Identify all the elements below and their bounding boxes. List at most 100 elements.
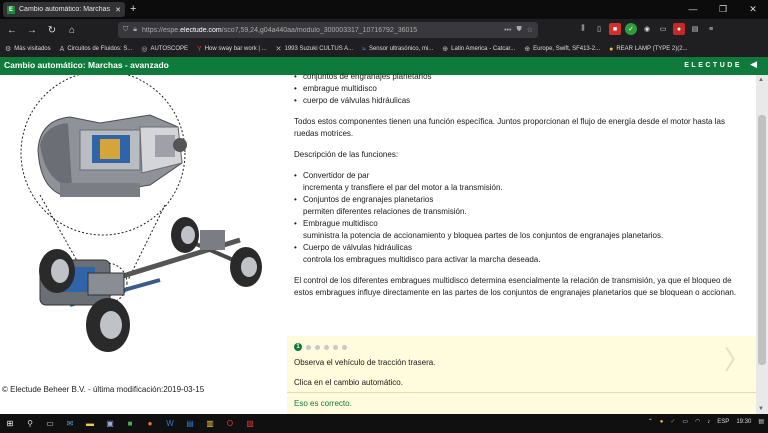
bookmarks-bar: ⚙ Más visitados A Circuitos de Fluidos: S.… xyxy=(0,41,768,57)
step-dot[interactable] xyxy=(306,344,311,350)
step-current[interactable]: 1 xyxy=(294,343,302,351)
content-panel: conjuntos de engranajes planetarios embr… xyxy=(287,71,756,414)
app-green-icon[interactable]: ■ xyxy=(124,417,136,429)
illustration-panel xyxy=(0,75,287,414)
vehicle-chassis[interactable] xyxy=(39,217,262,352)
library-icon[interactable]: ⫼ xyxy=(577,23,589,35)
collapse-panel-icon[interactable]: ◀ xyxy=(750,59,757,70)
app-yellow-icon[interactable]: ▥ xyxy=(204,417,216,429)
electude-logo: ELECTUDE xyxy=(684,62,742,69)
tool-icon: ✕ xyxy=(275,46,282,53)
url-text: https://espe.electude.com/sco7,59,24,g04… xyxy=(141,26,418,34)
new-tab-button[interactable]: + xyxy=(130,3,136,15)
step-dot[interactable] xyxy=(315,344,320,350)
abp-icon[interactable]: ■ xyxy=(609,23,621,35)
list-item: Convertidor de parincrementa y transfier… xyxy=(294,170,749,194)
quiz-instruction: Clica en el cambio automático. xyxy=(294,378,403,387)
content-scrollbar[interactable]: ▲ ▼ xyxy=(756,75,768,414)
drivetrain-illustration[interactable] xyxy=(0,75,287,414)
language-indicator[interactable]: ESP xyxy=(717,419,729,425)
globe-icon: ⊕ xyxy=(524,46,531,53)
lamp-icon: ● xyxy=(609,45,614,53)
wave-icon: ≈ xyxy=(362,45,366,53)
step-dot[interactable] xyxy=(333,344,338,350)
content-text: conjuntos de engranajes planetarios embr… xyxy=(294,71,749,299)
note-icon[interactable]: ▤ xyxy=(689,23,701,35)
browser-tab[interactable]: E Cambio automático: Marchas - ✕ xyxy=(3,2,125,17)
gear-icon: ⚙ xyxy=(5,46,12,53)
tab-title: Cambio automático: Marchas - xyxy=(19,6,112,13)
word-icon[interactable]: W xyxy=(164,417,176,429)
paragraph: El control de los diferentes embragues m… xyxy=(294,276,737,297)
pdf-icon[interactable]: ▧ xyxy=(244,417,256,429)
function-list: Convertidor de parincrementa y transfier… xyxy=(294,170,749,266)
pocket-icon[interactable]: ⛊ xyxy=(516,26,521,34)
store-icon[interactable]: ▣ xyxy=(104,417,116,429)
tray-check-icon[interactable]: ✓ xyxy=(670,418,675,425)
address-bar[interactable]: ⛉ 🔒︎ https://espe.electude.com/sco7,59,2… xyxy=(118,22,538,38)
bookmark-item[interactable]: ⊕ Europe, Swift, SF413-2... xyxy=(524,45,600,53)
bookmark-item[interactable]: ≈ Sensor ultrasónico, mi... xyxy=(362,46,433,53)
bookmark-star-icon[interactable]: ☆ xyxy=(527,26,533,34)
bookmark-item[interactable]: ● REAR LAMP (TYPE 2)(2... xyxy=(609,46,687,53)
scrollbar-thumb[interactable] xyxy=(758,115,766,365)
account-icon[interactable]: ◉ xyxy=(641,23,653,35)
scroll-up-icon[interactable]: ▲ xyxy=(758,77,764,83)
explorer-icon[interactable]: ▬ xyxy=(84,417,96,429)
task-view-icon[interactable]: ▭ xyxy=(44,417,56,429)
list-item: Embrague multidiscosuministra la potenci… xyxy=(294,218,749,242)
globe-icon: ⊕ xyxy=(442,46,449,53)
wifi-icon[interactable]: ◠ xyxy=(695,418,700,425)
sidebar-icon[interactable]: ▯ xyxy=(593,23,605,35)
bookmark-item[interactable]: ⊕ Latin America - Catcar... xyxy=(442,45,515,53)
search-icon[interactable]: ⚲ xyxy=(24,417,36,429)
minimize-icon[interactable]: — xyxy=(678,0,708,19)
scroll-down-icon[interactable]: ▼ xyxy=(758,406,764,412)
back-icon[interactable]: ← xyxy=(4,25,20,36)
list-item: Conjuntos de engranajes planetariospermi… xyxy=(294,194,749,218)
close-tab-icon[interactable]: ✕ xyxy=(115,6,121,14)
close-window-icon[interactable]: ✕ xyxy=(738,0,768,19)
app-blue-icon[interactable]: ▤ xyxy=(184,417,196,429)
bookmark-item[interactable]: ◎ AUTOSCOPE xyxy=(141,45,188,53)
browser-tabbar: E Cambio automático: Marchas - ✕ + — ❐ ✕ xyxy=(0,0,768,19)
browser-navbar: ← → ↻ ⌂ ⛉ 🔒︎ https://espe.electude.com/s… xyxy=(0,19,768,41)
tray-app-icon[interactable]: ● xyxy=(660,419,664,425)
quiz-instruction: Observa el vehículo de tracción trasera. xyxy=(294,358,436,367)
firefox-icon[interactable]: ● xyxy=(144,417,156,429)
bookmark-item[interactable]: ✕ 1993 Suzuki CULTUS A... xyxy=(276,45,353,53)
window-controls: — ❐ ✕ xyxy=(678,0,768,19)
bookmark-item[interactable]: Y How sway bar work | ... xyxy=(197,46,267,53)
list-item: conjuntos de engranajes planetarios xyxy=(294,71,749,83)
forward-icon[interactable]: → xyxy=(24,25,40,36)
electude-favicon-icon: E xyxy=(7,5,15,14)
globe-icon: ◎ xyxy=(141,46,148,53)
tray-up-icon[interactable]: ⌃ xyxy=(648,418,653,425)
mail-icon[interactable]: ✉ xyxy=(64,417,76,429)
volume-icon[interactable]: ♪ xyxy=(707,419,710,425)
opera-icon[interactable]: O xyxy=(224,417,236,429)
next-arrow-icon[interactable]: 〉 xyxy=(724,347,750,373)
bookmark-item[interactable]: A Circuitos de Fluidos: S... xyxy=(60,46,133,53)
list-item: Cuerpo de válvulas hidráulicascontrola l… xyxy=(294,242,749,266)
step-dot[interactable] xyxy=(342,344,347,350)
maximize-icon[interactable]: ❐ xyxy=(708,0,738,19)
menu-icon[interactable]: ≡ xyxy=(705,23,717,35)
bookmark-item[interactable]: ⚙ Más visitados xyxy=(5,45,51,53)
check-icon[interactable]: ✓ xyxy=(625,23,637,35)
feedback-message: Eso es correcto. xyxy=(287,392,756,414)
more-icon[interactable]: ••• xyxy=(504,27,511,34)
windows-taskbar: ⊞ ⚲ ▭ ✉ ▬ ▣ ■ ● W ▤ ▥ O ▧ ⌃ ● ✓ ▭ ◠ ♪ ES… xyxy=(0,414,768,433)
extension-red-icon[interactable]: ● xyxy=(673,23,685,35)
quiz-panel: 1 Observa el vehículo de tracción traser… xyxy=(287,336,756,414)
clock[interactable]: 19:30 xyxy=(736,419,751,425)
home-icon[interactable]: ⌂ xyxy=(64,25,80,36)
screenshot-icon[interactable]: ▭ xyxy=(657,23,669,35)
notifications-icon[interactable]: ▤ xyxy=(758,418,764,425)
windows-start-icon[interactable]: ⊞ xyxy=(4,417,16,429)
functions-title: Descripción de las funciones: xyxy=(294,150,399,159)
battery-icon[interactable]: ▭ xyxy=(682,418,688,425)
step-dot[interactable] xyxy=(324,344,329,350)
reload-icon[interactable]: ↻ xyxy=(44,25,60,36)
module-title: Cambio automático: Marchas - avanzado xyxy=(4,60,169,70)
